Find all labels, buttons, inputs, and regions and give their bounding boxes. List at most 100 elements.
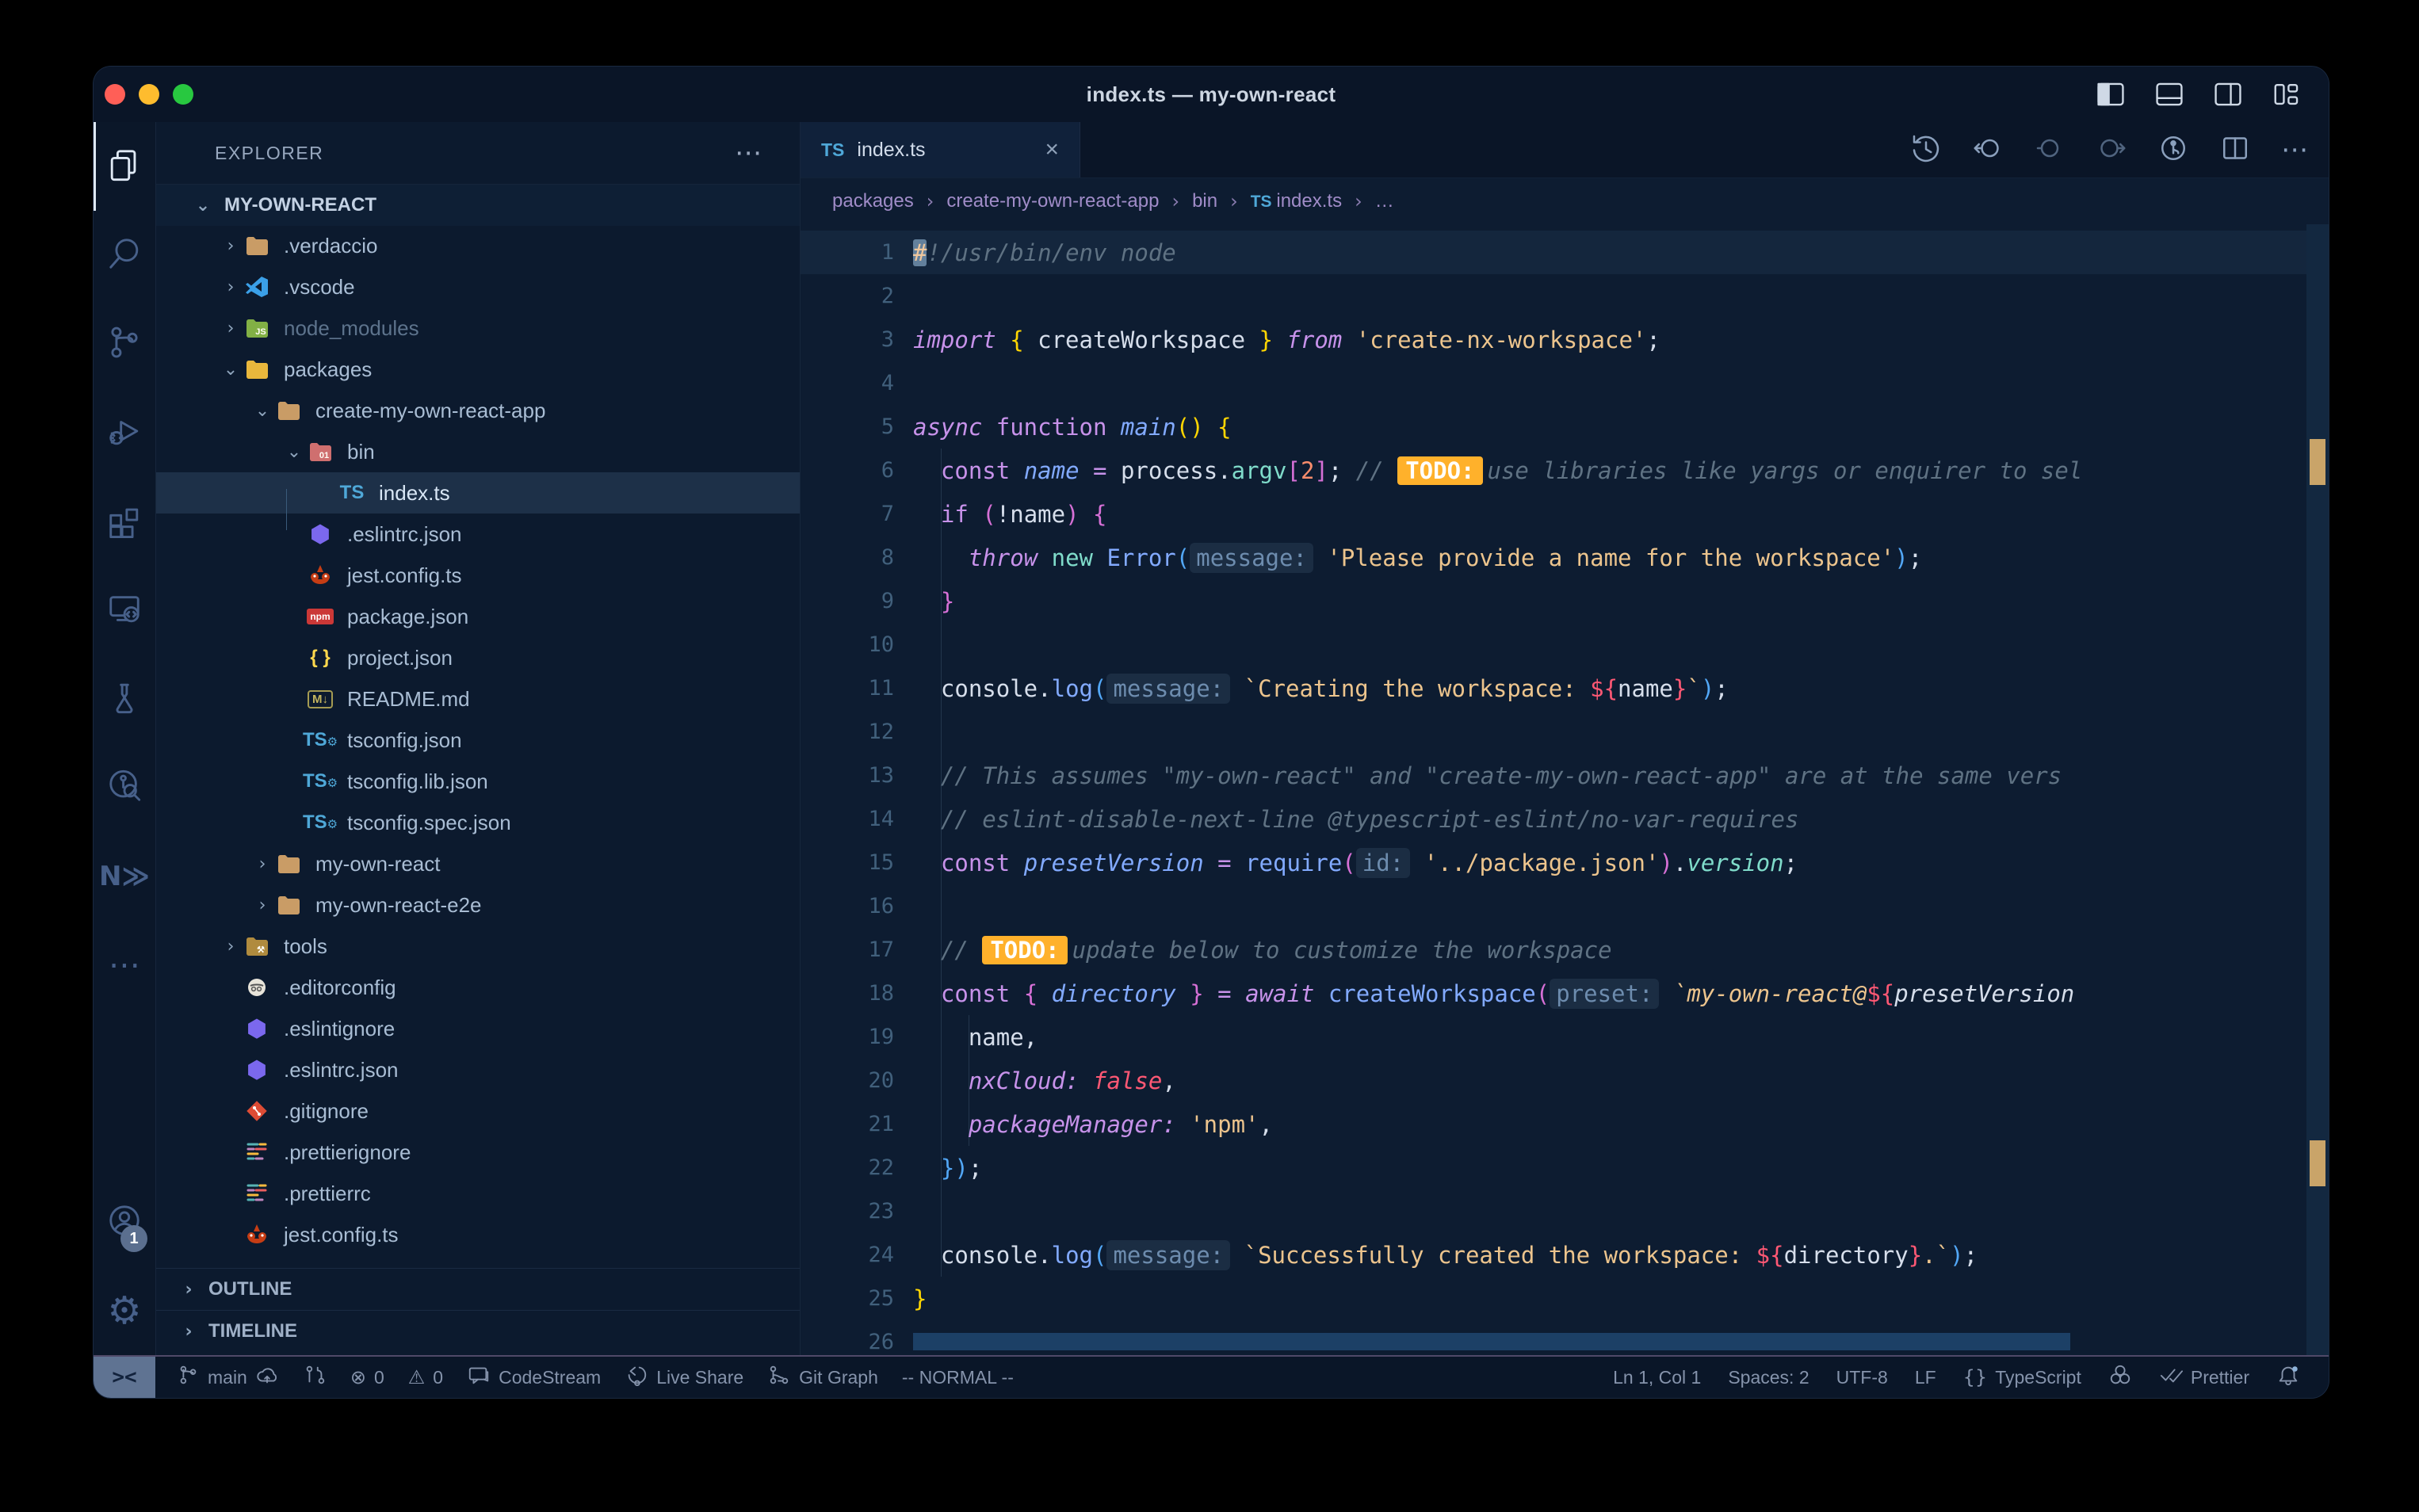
status-prettier[interactable]: Prettier bbox=[2159, 1363, 2249, 1392]
zoom-button[interactable] bbox=[173, 84, 193, 105]
tree-item-project.json[interactable]: { }project.json bbox=[156, 637, 800, 678]
close-button[interactable] bbox=[105, 84, 125, 105]
tree-item-my-own-react-e2e[interactable]: ›my-own-react-e2e bbox=[156, 884, 800, 926]
horizontal-scrollbar[interactable] bbox=[913, 1333, 2070, 1350]
activity-item-search[interactable] bbox=[94, 211, 155, 300]
activity-item-extensions[interactable] bbox=[94, 477, 155, 566]
status-eol[interactable]: LF bbox=[1915, 1367, 1936, 1388]
tree-item-.verdaccio[interactable]: ›.verdaccio bbox=[156, 225, 800, 266]
chevron-right-icon: › bbox=[178, 1322, 199, 1342]
status-live-share[interactable]: Live Share bbox=[625, 1363, 743, 1392]
tree-item-.prettierignore[interactable]: .prettierignore bbox=[156, 1132, 800, 1173]
breadcrumb-item-index.ts[interactable]: TS index.ts bbox=[1251, 190, 1342, 212]
back-icon[interactable] bbox=[1972, 132, 2004, 168]
more-actions-icon[interactable]: ⋯ bbox=[2281, 136, 2308, 163]
activity-item-nx-console[interactable]: N≫ bbox=[94, 832, 155, 921]
line-number: 24 bbox=[801, 1243, 894, 1267]
status-vim-mode[interactable]: -- NORMAL -- bbox=[902, 1367, 1014, 1388]
tree-item-.vscode[interactable]: ›.vscode bbox=[156, 266, 800, 307]
activity-item-accounts[interactable]: 1 bbox=[94, 1178, 155, 1266]
tree-item-.eslintignore[interactable]: ⬢.eslintignore bbox=[156, 1008, 800, 1049]
activity-item-explorer[interactable] bbox=[94, 122, 155, 211]
activity-item-more-views[interactable]: ⋯ bbox=[94, 921, 155, 1010]
code-line-18: 18 const { directory } = await createWor… bbox=[801, 972, 2306, 1015]
status-git-graph[interactable]: Git Graph bbox=[767, 1363, 878, 1392]
previous-change-icon[interactable] bbox=[2034, 132, 2066, 168]
code-token: . bbox=[1673, 850, 1687, 876]
status-pull-requests[interactable] bbox=[303, 1363, 327, 1392]
status-notifications[interactable] bbox=[2276, 1363, 2300, 1392]
panel-timeline[interactable]: ›TIMELINE bbox=[156, 1310, 800, 1352]
toggle-secondary-sidebar-icon[interactable] bbox=[2213, 79, 2243, 113]
code-line-content: if (!name) { bbox=[913, 501, 1106, 528]
tree-item-tools[interactable]: ›⚒tools bbox=[156, 926, 800, 967]
remote-indicator[interactable]: >< bbox=[94, 1357, 155, 1398]
chevron-right-icon: › bbox=[220, 937, 241, 956]
tree-item-tsconfig.json[interactable]: TS⚙tsconfig.json bbox=[156, 720, 800, 761]
tree-item-tsconfig.lib.json[interactable]: TS⚙tsconfig.lib.json bbox=[156, 761, 800, 802]
status-encoding[interactable]: UTF-8 bbox=[1836, 1367, 1888, 1388]
tree-item-jest.config.ts[interactable]: jest.config.ts bbox=[156, 1214, 800, 1255]
timeline-history-icon[interactable] bbox=[1910, 132, 1942, 168]
tree-item-packages[interactable]: ⌄packages bbox=[156, 349, 800, 390]
tree-item-README.md[interactable]: M↓README.md bbox=[156, 678, 800, 720]
open-changes-icon[interactable] bbox=[2157, 132, 2189, 168]
tree-item-tsconfig.spec.json[interactable]: TS⚙tsconfig.spec.json bbox=[156, 802, 800, 843]
code-token: `Successfully created the workspace: bbox=[1244, 1242, 1756, 1269]
code-token: packageManager: bbox=[969, 1111, 1176, 1138]
code-editor[interactable]: 1#!/usr/bin/env node23import { createWor… bbox=[801, 224, 2329, 1355]
activity-item-remote-explorer[interactable] bbox=[94, 566, 155, 655]
close-tab-icon[interactable]: × bbox=[1045, 136, 1059, 163]
overview-ruler[interactable] bbox=[2306, 224, 2329, 1355]
code-token: `my-own-react@ bbox=[1673, 980, 1867, 1007]
status-indentation[interactable]: Spaces: 2 bbox=[1728, 1367, 1809, 1388]
status-problems-warnings[interactable]: ⚠0 bbox=[408, 1366, 443, 1388]
code-line-20: 20 nxCloud: false, bbox=[801, 1059, 2306, 1102]
code-token: ( bbox=[1536, 980, 1550, 1007]
breadcrumb-item-bin[interactable]: bin bbox=[1192, 190, 1217, 212]
breadcrumb-item-create-my-own-react-app[interactable]: create-my-own-react-app bbox=[946, 190, 1159, 212]
tree-item-.prettierrc[interactable]: .prettierrc bbox=[156, 1173, 800, 1214]
tree-item-bin[interactable]: ⌄01bin bbox=[156, 431, 800, 472]
tab-index-ts[interactable]: TS index.ts × bbox=[801, 122, 1080, 178]
code-token: function bbox=[996, 414, 1121, 441]
tree-item-node_modules[interactable]: ›JSnode_modules bbox=[156, 307, 800, 349]
tree-item-jest.config.ts[interactable]: jest.config.ts bbox=[156, 555, 800, 596]
sidebar-more-actions-icon[interactable]: ⋯ bbox=[735, 137, 762, 169]
status-pretzel[interactable] bbox=[2108, 1363, 2132, 1392]
tree-item-.eslintrc.json[interactable]: ⬢.eslintrc.json bbox=[156, 1049, 800, 1090]
live-share-icon bbox=[625, 1363, 648, 1392]
workspace-section-header[interactable]: ⌄ MY-OWN-REACT bbox=[156, 184, 800, 226]
toggle-primary-sidebar-icon[interactable] bbox=[2096, 79, 2126, 113]
status-cursor-position[interactable]: Ln 1, Col 1 bbox=[1613, 1367, 1701, 1388]
breadcrumb-item-…[interactable]: … bbox=[1375, 190, 1394, 212]
status-language-mode[interactable]: {}TypeScript bbox=[1963, 1366, 2081, 1388]
toggle-panel-icon[interactable] bbox=[2154, 79, 2184, 113]
tree-item-index.ts[interactable]: TSindex.ts bbox=[156, 472, 800, 514]
status-git-branch[interactable]: main bbox=[176, 1363, 279, 1392]
activity-item-gitlens[interactable] bbox=[94, 743, 155, 832]
tree-item-package.json[interactable]: npmpackage.json bbox=[156, 596, 800, 637]
tree-item-my-own-react[interactable]: ›my-own-react bbox=[156, 843, 800, 884]
tree-item-.gitignore[interactable]: .gitignore bbox=[156, 1090, 800, 1132]
activity-item-testing[interactable] bbox=[94, 655, 155, 743]
status-problems-errors[interactable]: ⊗0 bbox=[350, 1366, 384, 1388]
tree-item-.eslintrc.json[interactable]: ⬢.eslintrc.json bbox=[156, 514, 800, 555]
customize-layout-icon[interactable] bbox=[2272, 79, 2302, 113]
activity-item-settings[interactable]: ⚙ bbox=[94, 1266, 155, 1355]
split-editor-icon[interactable] bbox=[2219, 132, 2251, 168]
code-token: { bbox=[1093, 501, 1106, 528]
tree-item-create-my-own-react-app[interactable]: ⌄create-my-own-react-app bbox=[156, 390, 800, 431]
status-codestream[interactable]: CodeStream bbox=[467, 1363, 601, 1392]
breadcrumb-item-packages[interactable]: packages bbox=[832, 190, 914, 212]
activity-item-run-debug[interactable] bbox=[94, 388, 155, 477]
next-change-icon[interactable] bbox=[2096, 132, 2127, 168]
tree-item-.editorconfig[interactable]: .editorconfig bbox=[156, 967, 800, 1008]
activity-item-source-control[interactable] bbox=[94, 300, 155, 388]
panel-outline[interactable]: ›OUTLINE bbox=[156, 1268, 800, 1310]
overview-todo-mark bbox=[2310, 439, 2325, 485]
breadcrumb-label: … bbox=[1375, 190, 1394, 212]
minimize-button[interactable] bbox=[139, 84, 159, 105]
code-line-content: import { createWorkspace } from 'create-… bbox=[913, 326, 1660, 353]
code-token: directory bbox=[1052, 980, 1176, 1007]
